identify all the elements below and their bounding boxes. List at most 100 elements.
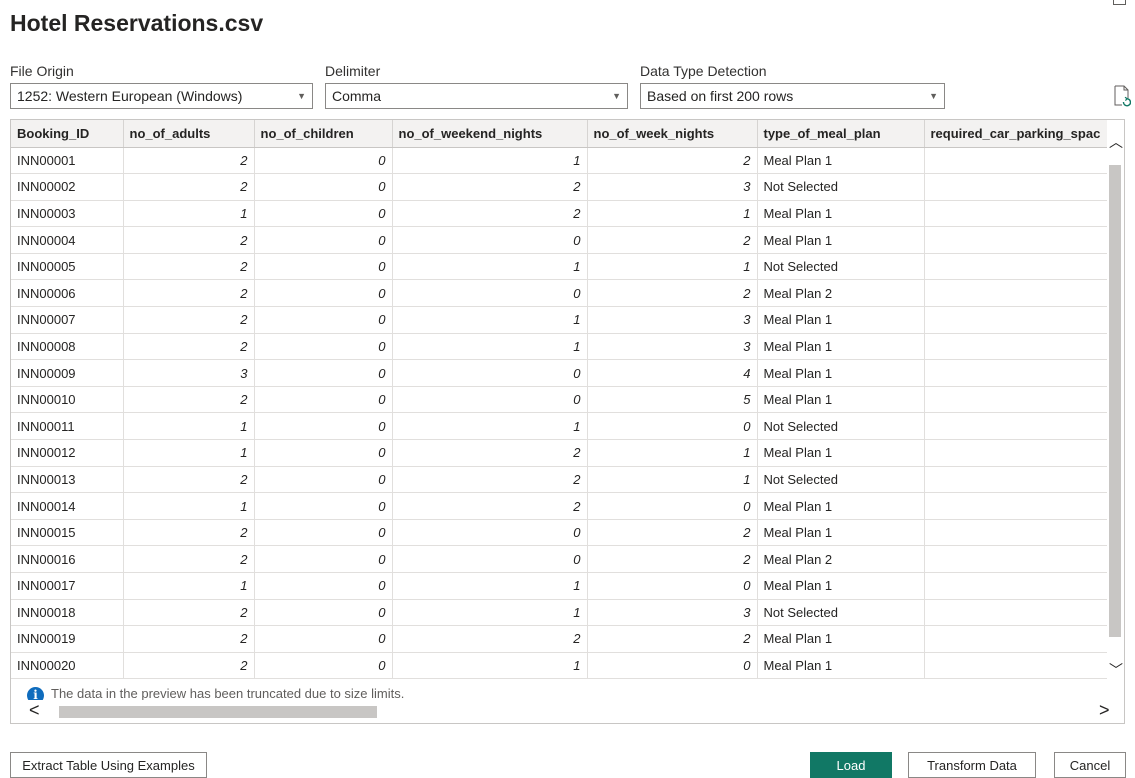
table-cell: 2 [392,200,588,228]
table-cell: 1 [123,492,255,520]
table-cell: 0 [587,492,758,520]
table-cell: 2 [587,545,758,573]
table-cell: 0 [392,545,588,573]
table-cell: 2 [123,386,255,414]
table-cell: 5 [587,386,758,414]
table-cell: Meal Plan 1 [757,359,925,387]
table-cell: 0 [254,545,393,573]
table-cell: 3 [587,306,758,334]
table-cell: 2 [123,333,255,361]
chevron-down-icon[interactable]: ﹀ [1109,660,1123,680]
table-cell: Meal Plan 1 [757,200,925,228]
header-row: Booking_ID no_of_adults no_of_children no_o… [11,120,1107,148]
table-cell: 2 [587,279,758,308]
file-origin-label: File Origin [10,63,74,79]
table-cell: 1 [392,572,588,600]
table-cell [924,652,1107,680]
table-cell: 0 [254,625,393,653]
table-cell: Not Selected [757,599,925,627]
chevron-down-icon: ▼ [929,91,938,101]
delimiter-value: Comma [332,88,382,104]
file-origin-select[interactable]: 1252: Western European (Windows) ▼ [10,83,313,109]
chevron-down-icon: ▼ [297,91,306,101]
delimiter-select[interactable]: Comma ▼ [325,83,628,109]
table-cell: Meal Plan 1 [757,492,925,520]
table-cell [924,386,1107,414]
table-cell: 0 [254,200,393,228]
table-cell: INN00009 [11,359,124,387]
table-cell: Meal Plan 1 [757,519,925,547]
transform-data-button[interactable]: Transform Data [908,752,1036,778]
table-row: INN00018 2 0 1 3 Not Selected [11,599,1107,627]
column-header[interactable]: type_of_meal_plan [757,120,925,148]
table-cell: 2 [123,625,255,653]
column-header[interactable]: Booking_ID [11,120,124,148]
load-button[interactable]: Load [810,752,892,778]
table-cell [924,625,1107,653]
delimiter-label: Delimiter [325,63,381,79]
table-cell: 0 [254,226,393,254]
table-cell: INN00019 [11,625,124,653]
chevron-left-icon[interactable]: < [29,700,40,721]
table-cell: 0 [254,279,393,308]
table-cell: 3 [123,359,255,387]
horizontal-scroll-thumb[interactable] [59,706,377,718]
table-row: INN00014 1 0 2 0 Meal Plan 1 [11,492,1107,520]
vertical-scrollbar[interactable]: ︿ ﹀ [1107,120,1124,680]
table-cell: INN00012 [11,439,124,467]
table-cell: 0 [254,439,393,467]
column-header[interactable]: no_of_adults [123,120,255,148]
table-cell: Meal Plan 2 [757,545,925,573]
table-cell: 2 [123,306,255,334]
table-cell: 1 [587,439,758,467]
table-cell: INN00015 [11,519,124,547]
table-cell: 2 [123,599,255,627]
table-cell: 1 [587,466,758,494]
table-row: INN00011 1 0 1 0 Not Selected [11,412,1107,441]
table-cell: INN00016 [11,545,124,573]
column-header[interactable]: no_of_week_nights [587,120,758,148]
table-row: INN00008 2 0 1 3 Meal Plan 1 [11,333,1107,361]
table-cell: 2 [123,173,255,201]
table-cell: 4 [587,359,758,387]
data-type-detection-value: Based on first 200 rows [647,88,794,104]
table-cell [924,226,1107,254]
horizontal-scrollbar[interactable]: < > [11,700,1124,723]
column-header[interactable]: no_of_weekend_nights [392,120,588,148]
column-header[interactable]: required_car_parking_spac [924,120,1107,148]
table-cell: Not Selected [757,466,925,494]
table-cell: 2 [587,519,758,547]
table-cell: 2 [123,279,255,308]
table-cell: 1 [392,652,588,680]
table-cell: Not Selected [757,253,925,281]
table-cell: 1 [392,333,588,361]
table-cell: INN00007 [11,306,124,334]
table-cell: 2 [123,545,255,573]
table-cell: 2 [123,147,255,175]
table-cell: 0 [392,226,588,254]
table-row: INN00002 2 0 2 3 Not Selected [11,173,1107,201]
table-cell: 1 [587,200,758,228]
vertical-scroll-thumb[interactable] [1109,165,1121,637]
refresh-preview-icon[interactable] [1113,85,1131,107]
table-cell: 2 [392,173,588,201]
table-cell: 2 [123,226,255,254]
table-row: INN00006 2 0 0 2 Meal Plan 2 [11,279,1107,308]
table-cell: Meal Plan 1 [757,306,925,334]
extract-table-button[interactable]: Extract Table Using Examples [10,752,207,778]
cancel-button[interactable]: Cancel [1054,752,1126,778]
table-cell: Meal Plan 1 [757,386,925,414]
table-cell: 2 [392,492,588,520]
table-cell [924,306,1107,334]
table-cell: 0 [254,492,393,520]
restore-window-icon[interactable] [1113,0,1126,5]
column-header[interactable]: no_of_children [254,120,393,148]
table-cell: 0 [254,147,393,175]
table-cell: 1 [392,412,588,441]
table-cell: Meal Plan 1 [757,439,925,467]
chevron-up-icon[interactable]: ︿ [1109,132,1123,152]
chevron-right-icon[interactable]: > [1099,700,1110,721]
table-row: INN00016 2 0 0 2 Meal Plan 2 [11,545,1107,573]
data-type-detection-select[interactable]: Based on first 200 rows ▼ [640,83,945,109]
table-cell: 0 [254,359,393,387]
